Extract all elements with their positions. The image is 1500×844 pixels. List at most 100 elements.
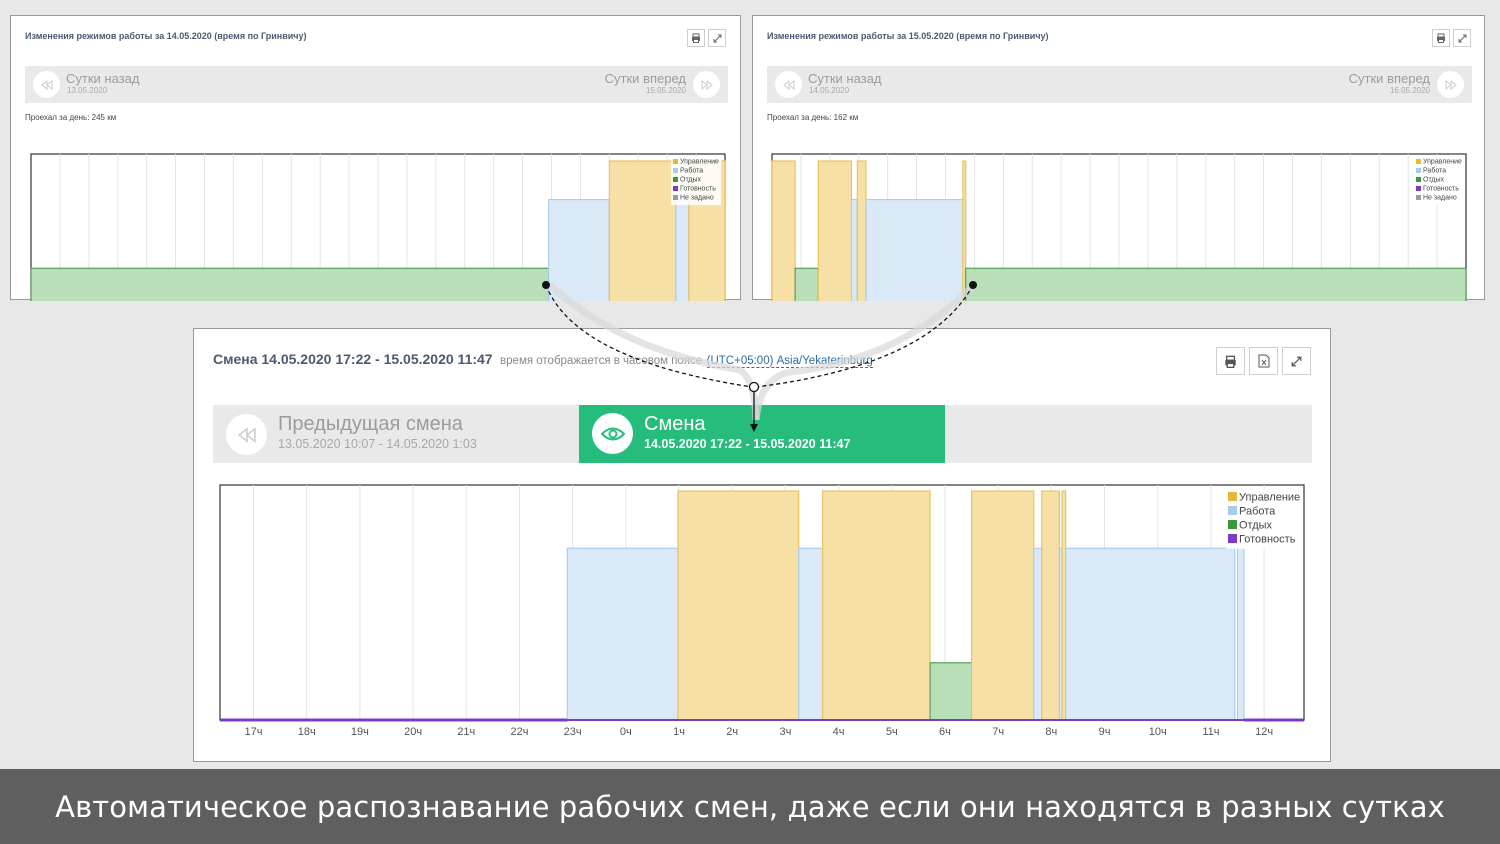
next-day-button[interactable] (1437, 71, 1464, 98)
prev-shift-button[interactable] (226, 414, 267, 455)
next-day-date: 15.05.2020 (645, 86, 686, 95)
rewind-icon (237, 426, 256, 443)
day-chart-14-05: 0ч1ч2ч3ч4ч5ч6ч7ч8ч9ч10ч11ч12ч13ч14ч15ч16… (30, 153, 726, 301)
legend-swatch (1416, 168, 1421, 173)
legend-swatch (1228, 520, 1237, 529)
legend-label: Не задано (680, 195, 714, 202)
segment-work (566, 547, 679, 721)
legend-swatch (673, 186, 678, 191)
print-button[interactable] (687, 29, 705, 47)
tick-label: 20ч (404, 726, 422, 738)
legend-label: Не задано (1423, 195, 1457, 202)
printer-icon (1437, 33, 1445, 43)
prev-day-label[interactable]: Сутки назад (66, 71, 139, 86)
legend-swatch (1228, 506, 1237, 515)
segment-work (1065, 547, 1236, 721)
legend-swatch (1416, 177, 1421, 182)
tick-label: 7ч (992, 726, 1004, 738)
prev-day-button[interactable] (33, 71, 60, 98)
legend-label: Готовность (1239, 534, 1296, 546)
prev-shift-range: 13.05.2020 10:07 - 14.05.2020 1:03 (278, 437, 477, 451)
shift-title: Смена 14.05.2020 17:22 - 15.05.2020 11:4… (213, 351, 493, 367)
tick-label: 18ч (298, 726, 316, 738)
day-panel-15-05: Изменения режимов работы за 15.05.2020 (… (752, 15, 1485, 301)
expand-icon (713, 34, 721, 42)
prev-day-button[interactable] (775, 71, 802, 98)
excel-export-button[interactable] (1249, 347, 1278, 375)
expand-button[interactable] (708, 29, 726, 47)
excel-export-icon (1258, 354, 1269, 368)
next-day-label[interactable]: Сутки вперед (605, 71, 686, 86)
tick-label: 5ч (886, 726, 898, 738)
segment-rest (965, 267, 1467, 301)
shift-chart: 17ч 18ч 19ч 20ч 21ч 22ч 23ч 0ч 1ч 2ч 3ч 4ч 5ч 6ч 7ч 8ч 9… (219, 484, 1305, 738)
expand-icon (1291, 356, 1302, 366)
panel-title: Изменения режимов работы за 15.05.2020 (… (767, 31, 1049, 41)
shift-title-line: Смена 14.05.2020 17:22 - 15.05.2020 11:4… (213, 351, 873, 369)
segment-management (822, 490, 931, 721)
legend-label: Отдых (680, 177, 702, 184)
current-shift-label: Смена (644, 413, 706, 435)
tick-label: 2ч (726, 726, 738, 738)
eye-icon (600, 427, 625, 440)
legend-label: Готовность (680, 186, 716, 193)
prev-day-label[interactable]: Сутки назад (808, 71, 881, 86)
view-shift-button[interactable] (592, 413, 633, 454)
distance-text: Проехал за день: 162 км (767, 113, 859, 122)
day-panel-14-05: Изменения режимов работы за 14.05.2020 (… (10, 15, 741, 301)
legend-label: Работа (1423, 167, 1446, 175)
expand-button[interactable] (1282, 347, 1311, 375)
segment-work (865, 199, 967, 301)
segment-management (608, 160, 677, 301)
segment-work (1033, 547, 1043, 721)
tick-label: 19ч (351, 726, 369, 738)
tick-label: 6ч (939, 726, 951, 738)
legend-label: Отдых (1423, 177, 1445, 184)
next-day-date: 16.05.2020 (1389, 86, 1430, 95)
tick-label: 11ч (1202, 726, 1219, 738)
caption: Автоматическое распознавание рабочих сме… (0, 769, 1500, 844)
segment-management (856, 160, 867, 301)
legend-label: Работа (1239, 506, 1276, 518)
segment-work (548, 199, 610, 301)
legend-swatch (1228, 492, 1237, 501)
tick-label: 21ч (457, 726, 475, 738)
segment-rest (30, 267, 550, 301)
segment-work (798, 547, 824, 721)
timezone-link[interactable]: (UTC+05:00) Asia/Yekaterinburg (706, 355, 873, 368)
tick-label: 9ч (1099, 726, 1111, 738)
prev-day-date: 13.05.2020 (67, 86, 108, 95)
timezone-note: время отображается в часовом поясе (500, 355, 703, 367)
rewind-icon (782, 79, 794, 90)
legend-label: Готовность (1423, 186, 1459, 193)
legend-swatch (673, 168, 678, 173)
day-navigation: Сутки назад 13.05.2020 Сутки вперед 15.0… (25, 66, 728, 103)
legend-swatch (673, 159, 678, 164)
printer-icon (692, 33, 700, 43)
expand-icon (1458, 34, 1466, 42)
prev-shift-label[interactable]: Предыдущая смена (278, 413, 463, 436)
current-shift-tab[interactable]: Смена 14.05.2020 17:22 - 15.05.2020 11:4… (579, 405, 945, 463)
printer-icon (1225, 355, 1236, 368)
day-chart-15-05: 0ч1ч2ч3ч4ч5ч6ч7ч8ч9ч10ч11ч12ч13ч14ч15ч16… (771, 153, 1467, 301)
print-button[interactable] (1432, 29, 1450, 47)
next-day-button[interactable] (693, 71, 720, 98)
next-day-label[interactable]: Сутки вперед (1349, 71, 1430, 86)
legend-label: Управление (680, 159, 719, 166)
legend-swatch (1228, 534, 1237, 543)
tick-label: 3ч (779, 726, 791, 738)
segment-work (675, 199, 690, 301)
segment-rest (794, 267, 819, 301)
legend-swatch (673, 195, 678, 200)
tick-label: 1ч (673, 726, 685, 738)
segment-management (771, 160, 796, 301)
print-button[interactable] (1216, 347, 1245, 375)
day-navigation: Сутки назад 14.05.2020 Сутки вперед 16.0… (767, 66, 1472, 103)
tick-label: 4ч (833, 726, 845, 738)
fast-forward-icon (701, 79, 713, 90)
distance-text: Проехал за день: 245 км (25, 113, 117, 122)
shift-panel: Смена 14.05.2020 17:22 - 15.05.2020 11:4… (193, 328, 1331, 762)
tick-label: 23ч (564, 726, 582, 738)
legend-swatch (1416, 186, 1421, 191)
expand-button[interactable] (1453, 29, 1471, 47)
